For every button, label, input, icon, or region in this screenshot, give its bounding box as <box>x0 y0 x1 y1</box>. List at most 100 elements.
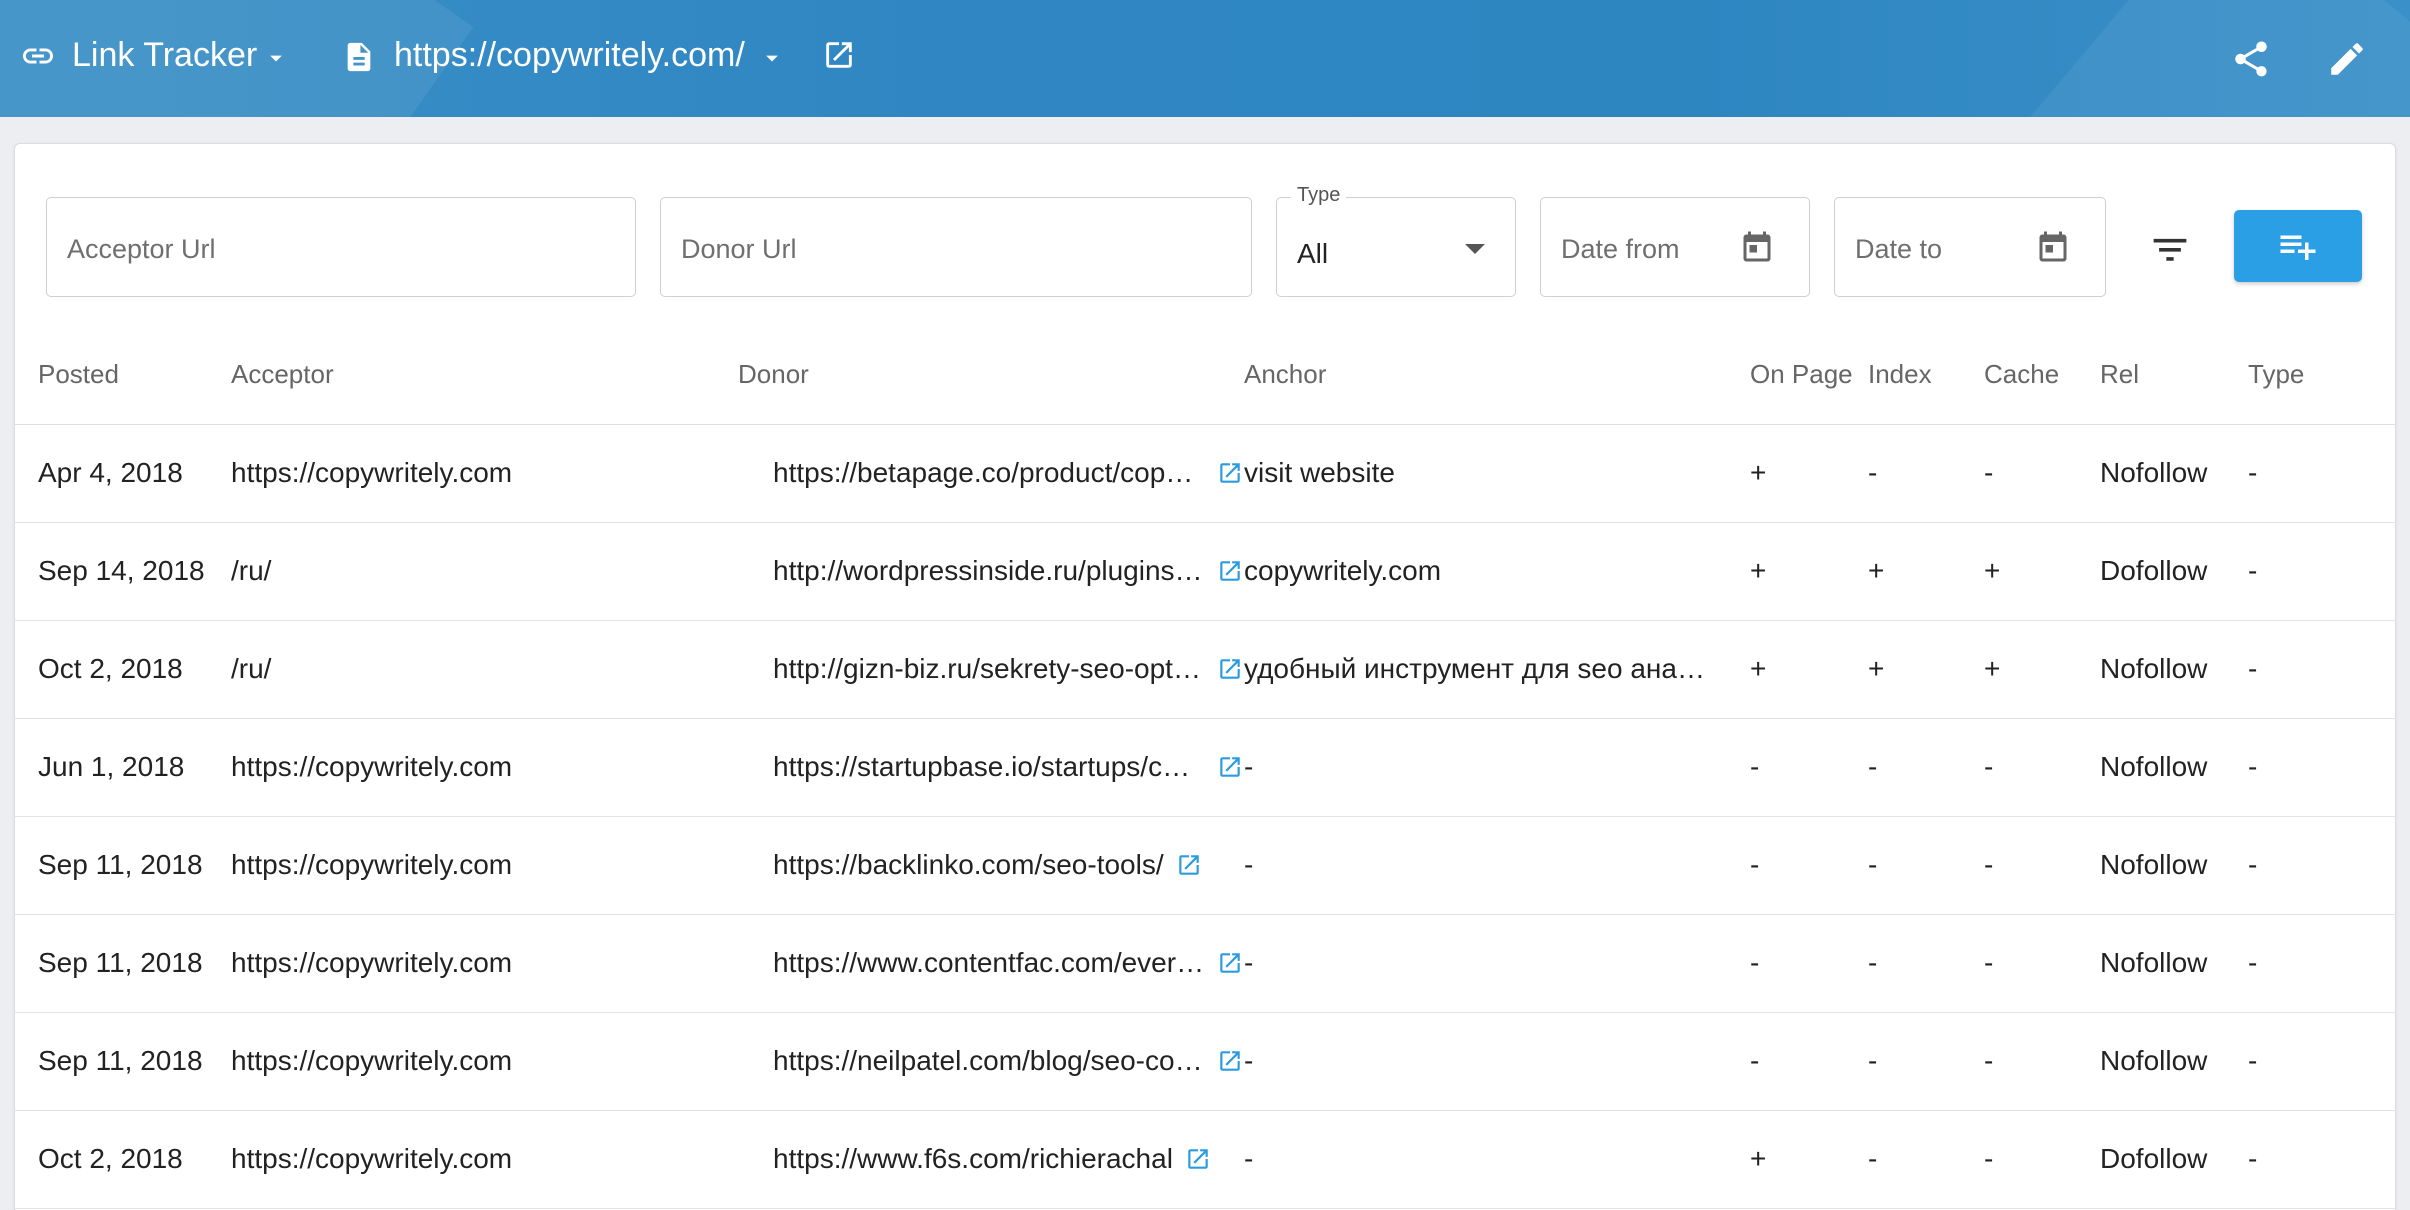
donor-link[interactable]: https://betapage.co/product/copywritely <box>773 457 1205 489</box>
on-page-cell: + <box>1750 555 1767 586</box>
donor-link[interactable]: http://wordpressinside.ru/plugins/seo-pl… <box>773 555 1205 587</box>
app-switcher-chevron-down-icon[interactable] <box>262 44 290 72</box>
open-in-new-icon[interactable] <box>1176 852 1202 878</box>
open-in-new-icon[interactable] <box>1217 1048 1243 1074</box>
date-from-input[interactable]: Date from <box>1540 197 1810 297</box>
donor-link[interactable]: https://neilpatel.com/blog/seo-copywriti… <box>773 1045 1205 1077</box>
table-row[interactable]: Sep 11, 2018 https://copywritely.com https… <box>14 817 2396 915</box>
app-title[interactable]: Link Tracker <box>72 36 257 75</box>
open-in-new-icon[interactable] <box>1185 1146 1211 1172</box>
on-page-cell: + <box>1750 653 1767 684</box>
anchor-cell: - <box>1244 1045 1253 1084</box>
column-header-rel[interactable]: Rel <box>2100 359 2139 390</box>
index-cell: + <box>1868 555 1885 586</box>
anchor-text: copywritely.com <box>1244 555 1442 586</box>
site-switcher-chevron-down-icon[interactable] <box>758 44 786 72</box>
anchor-cell: copywritely.com <box>1244 555 1441 594</box>
calendar-icon[interactable] <box>1739 229 1775 267</box>
posted-cell: Oct 2, 2018 <box>38 653 183 684</box>
donor-url-input[interactable]: Donor Url <box>660 197 1252 297</box>
calendar-icon[interactable] <box>2035 229 2071 267</box>
open-in-new-icon[interactable] <box>1217 950 1243 976</box>
acceptor-cell: https://copywritely.com <box>231 849 513 880</box>
anchor-cell: - <box>1244 751 1253 790</box>
type-cell: - <box>2248 457 2258 488</box>
donor-link[interactable]: https://backlinko.com/seo-tools/ <box>773 849 1164 881</box>
acceptor-url-input[interactable]: Acceptor Url <box>46 197 636 297</box>
anchor-cell: - <box>1244 1143 1253 1182</box>
column-header-index[interactable]: Index <box>1868 359 1932 390</box>
column-header-on-page[interactable]: On Page <box>1750 359 1853 390</box>
cache-cell: - <box>1984 849 1994 880</box>
column-header-posted[interactable]: Posted <box>38 359 119 390</box>
on-page-cell: - <box>1750 751 1760 782</box>
index-cell: - <box>1868 1045 1878 1076</box>
site-url[interactable]: https://copywritely.com/ <box>394 36 745 75</box>
anchor-text: - <box>1244 1143 1254 1174</box>
column-header-anchor[interactable]: Anchor <box>1244 359 1326 390</box>
cache-cell: - <box>1984 457 1994 488</box>
index-cell: - <box>1868 849 1878 880</box>
type-cell: - <box>2248 751 2258 782</box>
filter-list-icon[interactable] <box>2148 228 2192 268</box>
posted-cell: Sep 11, 2018 <box>38 849 203 880</box>
index-cell: - <box>1868 947 1878 978</box>
table-row[interactable]: Oct 2, 2018 https://copywritely.com https:… <box>14 1111 2396 1209</box>
date-from-placeholder: Date from <box>1561 234 1680 264</box>
anchor-text: - <box>1244 1045 1254 1076</box>
posted-cell: Oct 2, 2018 <box>38 1143 183 1174</box>
table-row[interactable]: Oct 2, 2018/ru/http://gizn-biz.ru/sekret… <box>14 621 2396 719</box>
cache-cell: - <box>1984 947 1994 978</box>
dropdown-arrow-icon <box>1465 244 1485 254</box>
posted-cell: Sep 11, 2018 <box>38 947 203 978</box>
anchor-cell: - <box>1244 947 1253 986</box>
open-in-new-icon[interactable] <box>1217 754 1243 780</box>
open-in-new-icon[interactable] <box>1217 656 1243 682</box>
add-link-button[interactable] <box>2234 210 2362 282</box>
donor-cell: http://gizn-biz.ru/sekrety-seo-optimizac… <box>773 653 1243 685</box>
column-header-type[interactable]: Type <box>2248 359 2304 390</box>
rel-cell: Nofollow <box>2100 849 2208 880</box>
donor-url-placeholder: Donor Url <box>681 234 797 264</box>
table-row[interactable]: Sep 14, 2018/ru/http://wordpressinside.r… <box>14 523 2396 621</box>
donor-cell: https://backlinko.com/seo-tools/ <box>773 849 1202 881</box>
on-page-cell: - <box>1750 947 1760 978</box>
rel-cell: Dofollow <box>2100 1143 2208 1174</box>
table-row[interactable]: Sep 11, 2018 https://copywritely.com https… <box>14 915 2396 1013</box>
type-select-label: Type <box>1291 184 1347 207</box>
acceptor-cell: https://copywritely.com <box>231 1143 513 1174</box>
on-page-cell: + <box>1750 457 1767 488</box>
open-in-new-icon[interactable] <box>822 38 856 72</box>
date-to-input[interactable]: Date to <box>1834 197 2106 297</box>
column-header-acceptor[interactable]: Acceptor <box>231 359 334 390</box>
column-header-donor[interactable]: Donor <box>738 359 809 390</box>
acceptor-cell: /ru/ <box>231 653 272 684</box>
type-cell: - <box>2248 947 2258 978</box>
edit-icon[interactable] <box>2326 38 2368 80</box>
date-to-placeholder: Date to <box>1855 234 1943 264</box>
table-row[interactable]: Apr 4, 2018 https://copywritely.com https:… <box>14 425 2396 523</box>
donor-link[interactable]: https://www.f6s.com/richierachal <box>773 1143 1173 1175</box>
cache-cell: + <box>1984 653 2001 684</box>
table-row[interactable]: Jun 1, 2018 https://copywritely.com https:… <box>14 719 2396 817</box>
type-select[interactable]: Type All <box>1276 184 1516 297</box>
acceptor-cell: /ru/ <box>231 555 272 586</box>
donor-link[interactable]: http://gizn-biz.ru/sekrety-seo-optimizac… <box>773 653 1205 685</box>
cache-cell: - <box>1984 751 1994 782</box>
donor-link[interactable]: https://startupbase.io/startups/copywrit… <box>773 751 1205 783</box>
acceptor-cell: https://copywritely.com <box>231 751 513 782</box>
anchor-text: - <box>1244 849 1254 880</box>
open-in-new-icon[interactable] <box>1217 558 1243 584</box>
type-cell: - <box>2248 849 2258 880</box>
cache-cell: - <box>1984 1045 1994 1076</box>
open-in-new-icon[interactable] <box>1217 460 1243 486</box>
posted-cell: Sep 11, 2018 <box>38 1045 203 1076</box>
donor-link[interactable]: https://www.contentfac.com/everything-se… <box>773 947 1205 979</box>
posted-cell: Apr 4, 2018 <box>38 457 183 488</box>
table-row[interactable]: Sep 11, 2018 https://copywritely.com https… <box>14 1013 2396 1111</box>
share-icon[interactable] <box>2230 38 2272 80</box>
acceptor-cell: https://copywritely.com <box>231 457 513 488</box>
type-cell: - <box>2248 1143 2258 1174</box>
column-header-cache[interactable]: Cache <box>1984 359 2059 390</box>
rel-cell: Nofollow <box>2100 1045 2208 1076</box>
